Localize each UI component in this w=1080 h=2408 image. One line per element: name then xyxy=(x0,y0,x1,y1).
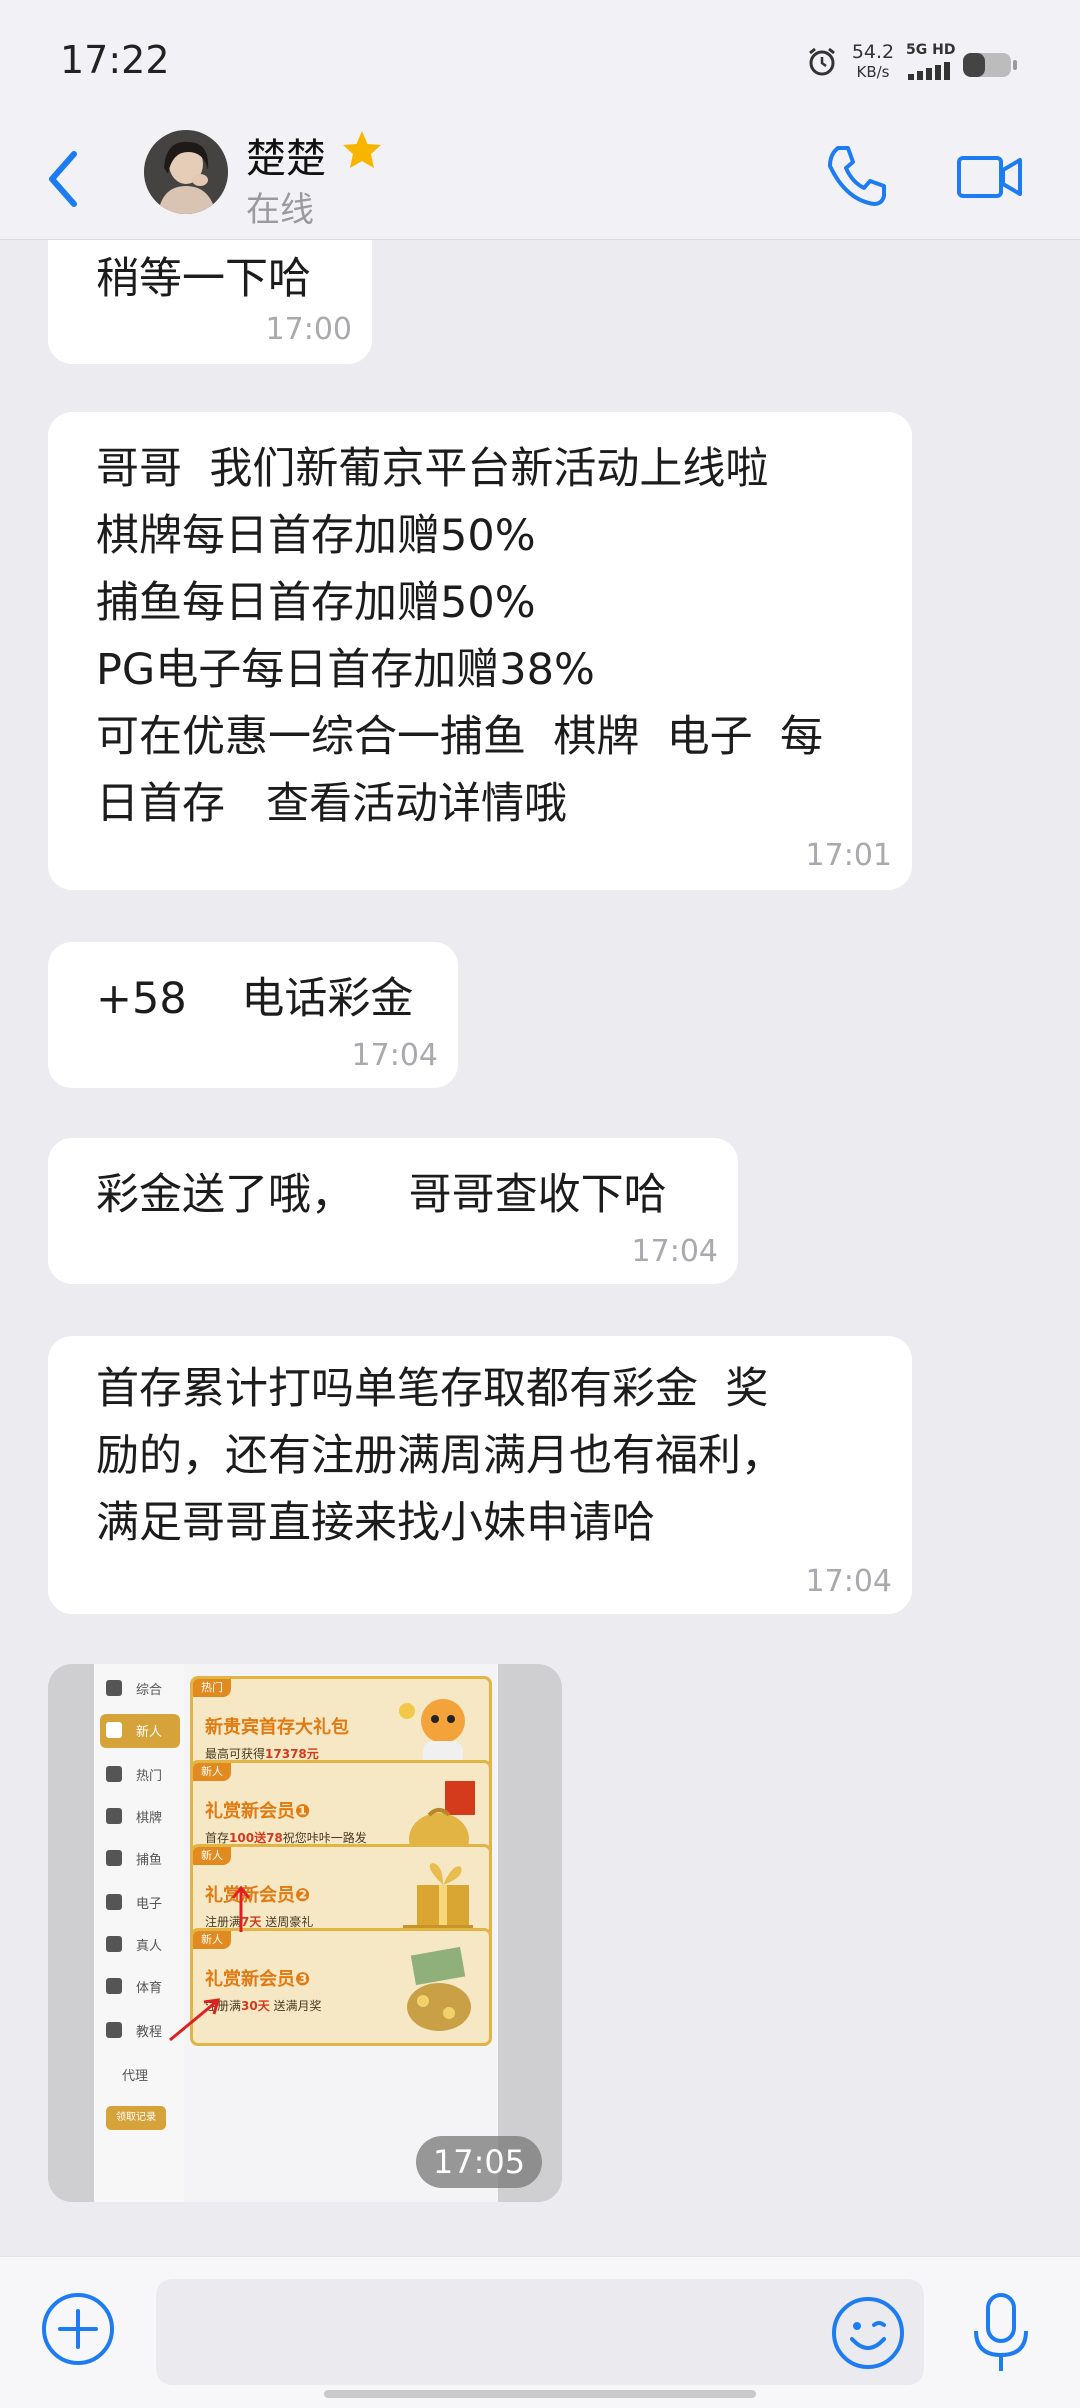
message-time: 17:01 xyxy=(805,838,892,873)
star-icon xyxy=(343,131,381,168)
contact-name: 楚楚 xyxy=(246,136,326,182)
message-bubble[interactable]: 首存累计打吗单笔存取都有彩金 奖 励的，还有注册满周满月也有福利， 满足哥哥直接… xyxy=(48,1336,912,1614)
category-list: 综合 新人 热门 棋牌 捕鱼 电子 真人 体育 教程 代理 领取记录 xyxy=(94,1664,184,2202)
record-button: 领取记录 xyxy=(106,2106,166,2130)
status-bar: 17:22 54.2 KB/s 5G HD xyxy=(0,0,1080,120)
category-item: 棋牌 xyxy=(100,1800,180,1834)
home-indicator[interactable] xyxy=(324,2390,756,2398)
chat-header: 楚楚 在线 xyxy=(0,120,1080,240)
money-pile-icon xyxy=(407,1946,471,2031)
video-call-icon[interactable] xyxy=(956,148,1024,204)
microphone-icon[interactable] xyxy=(970,2291,1032,2375)
message-time: 17:00 xyxy=(265,312,352,347)
message-time: 17:04 xyxy=(631,1234,718,1269)
message-time: 17:04 xyxy=(805,1564,892,1599)
battery-icon xyxy=(963,53,1017,77)
presence-status: 在线 xyxy=(246,190,314,230)
avatar[interactable] xyxy=(144,130,228,214)
signal-icon xyxy=(908,62,950,80)
category-item: 捕鱼 xyxy=(100,1842,180,1876)
message-time: 17:04 xyxy=(351,1038,438,1073)
emoji-icon[interactable] xyxy=(830,2295,906,2371)
image-message[interactable]: 综合 新人 热门 棋牌 捕鱼 电子 真人 体育 教程 代理 领取记录 热门 新贵… xyxy=(48,1664,562,2202)
back-icon[interactable] xyxy=(44,146,84,212)
promo-card: 新人 礼赏新会员❸ 注册满30天 送满月奖 xyxy=(190,1928,492,2046)
category-item: 真人 xyxy=(100,1928,180,1962)
red-arrow-annotation xyxy=(169,1998,221,2042)
message-bubble[interactable]: 彩金送了哦， 哥哥查收下哈 17:04 xyxy=(48,1138,738,1284)
category-item: 代理 xyxy=(122,2069,149,2084)
message-text: 首存累计打吗单笔存取都有彩金 奖 励的，还有注册满周满月也有福利， 满足哥哥直接… xyxy=(96,1364,784,1548)
message-text: 稍等一下哈 xyxy=(96,254,311,304)
input-bar xyxy=(0,2256,1080,2408)
message-input[interactable] xyxy=(156,2279,924,2385)
add-attachment-icon[interactable] xyxy=(40,2291,116,2367)
category-item: 电子 xyxy=(100,1886,180,1920)
message-bubble[interactable]: +58 电话彩金 17:04 xyxy=(48,942,458,1088)
red-arrow-annotation xyxy=(231,1885,251,1932)
alarm-icon xyxy=(809,47,835,76)
message-bubble[interactable]: 稍等一下哈 17:00 xyxy=(48,240,372,364)
category-item: 综合 xyxy=(100,1672,180,1706)
category-item-active: 新人 xyxy=(100,1714,180,1748)
phone-call-icon[interactable] xyxy=(822,140,892,210)
network-type: 5G HD xyxy=(906,42,956,58)
status-time: 17:22 xyxy=(60,38,170,82)
category-item: 热门 xyxy=(100,1758,180,1792)
message-text: 彩金送了哦， 哥哥查收下哈 xyxy=(96,1170,667,1220)
message-text: 哥哥 我们新葡京平台新活动上线啦 棋牌每日首存加赠50% 捕鱼每日首存加赠50%… xyxy=(96,444,824,829)
message-time: 17:05 xyxy=(416,2136,542,2188)
network-speed: 54.2 KB/s xyxy=(851,41,895,81)
message-text: +58 电话彩金 xyxy=(96,974,414,1024)
promo-screenshot: 综合 新人 热门 棋牌 捕鱼 电子 真人 体育 教程 代理 领取记录 热门 新贵… xyxy=(94,1664,498,2202)
message-bubble[interactable]: 哥哥 我们新葡京平台新活动上线啦 棋牌每日首存加赠50% 捕鱼每日首存加赠50%… xyxy=(48,412,912,890)
